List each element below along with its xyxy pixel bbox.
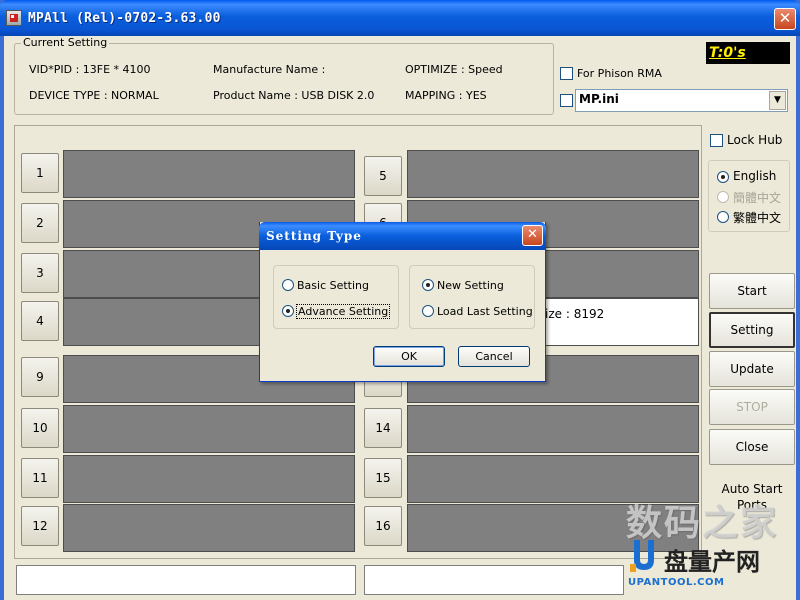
update-button[interactable]: Update: [709, 351, 795, 387]
port-number-14: 14: [364, 408, 402, 448]
vid-pid-text: VID*PID : 13FE * 4100: [29, 63, 151, 76]
setting-source-group: New Setting Load Last Setting: [409, 265, 535, 329]
advance-setting-label[interactable]: Advance Setting: [296, 304, 391, 319]
language-english-radio[interactable]: [717, 171, 729, 183]
timer-display: T:0's: [706, 42, 790, 64]
basic-setting-label[interactable]: Basic Setting: [297, 279, 369, 292]
basic-setting-radio[interactable]: [282, 279, 294, 291]
setting-type-dialog: Setting Type ✕ Basic Setting Advance Set…: [259, 222, 546, 382]
port-number-10: 10: [21, 408, 59, 448]
start-button[interactable]: Start: [709, 273, 795, 309]
language-simplified-chinese-label: 簡體中文: [733, 191, 782, 205]
ini-file-value: MP.ini: [579, 92, 619, 106]
upantool-logo-icon: [630, 540, 654, 572]
dialog-title: Setting Type: [266, 229, 362, 243]
port-status-11: [63, 455, 355, 503]
mapping-text: MAPPING : YES: [405, 89, 487, 102]
port-8-size-text: ize : 8192: [545, 307, 605, 321]
optimize-text: OPTIMIZE : Speed: [405, 63, 503, 76]
port-number-5: 5: [364, 156, 402, 196]
close-button[interactable]: Close: [709, 429, 795, 465]
status-box-left: [16, 565, 356, 595]
port-status-12: [63, 504, 355, 552]
language-simplified-chinese-radio: [717, 191, 729, 203]
language-traditional-chinese-radio[interactable]: [717, 211, 729, 223]
chevron-down-icon[interactable]: ▼: [769, 91, 786, 110]
ok-button[interactable]: OK: [373, 346, 445, 367]
language-english-label: English: [733, 169, 777, 183]
port-number-2: 2: [21, 203, 59, 243]
current-setting-group: Current Setting VID*PID : 13FE * 4100 DE…: [14, 36, 554, 115]
ini-file-combo[interactable]: MP.ini ▼: [575, 89, 788, 112]
window-title: MPAll (Rel)-0702-3.63.00: [28, 11, 221, 26]
port-number-12: 12: [21, 506, 59, 546]
port-number-4: 4: [21, 301, 59, 341]
load-last-setting-label[interactable]: Load Last Setting: [437, 305, 533, 318]
window-close-button[interactable]: ✕: [774, 8, 796, 30]
port-number-3: 3: [21, 253, 59, 293]
dialog-close-button[interactable]: ✕: [522, 225, 543, 246]
load-last-setting-radio[interactable]: [422, 305, 434, 317]
port-number-16: 16: [364, 506, 402, 546]
setting-button[interactable]: Setting: [709, 312, 795, 348]
language-traditional-chinese-label: 繁體中文: [733, 211, 782, 225]
cancel-button[interactable]: Cancel: [458, 346, 530, 367]
stop-button: STOP: [709, 389, 795, 425]
dialog-title-bar[interactable]: Setting Type ✕: [259, 222, 546, 250]
advance-setting-radio[interactable]: [282, 305, 294, 317]
lock-hub-checkbox[interactable]: [710, 134, 723, 147]
new-setting-label[interactable]: New Setting: [437, 279, 504, 292]
lock-hub-label: Lock Hub: [727, 133, 783, 147]
device-type-text: DEVICE TYPE : NORMAL: [29, 89, 159, 102]
new-setting-radio[interactable]: [422, 279, 434, 291]
watermark-url-text: UPANTOOL.COM: [628, 577, 725, 588]
setting-mode-group: Basic Setting Advance Setting: [273, 265, 399, 329]
ini-file-checkbox[interactable]: [560, 94, 573, 107]
port-number-15: 15: [364, 458, 402, 498]
port-status-10: [63, 405, 355, 453]
port-number-1: 1: [21, 153, 59, 193]
port-status-5: [407, 150, 699, 198]
app-icon: [6, 10, 22, 26]
language-group: English 簡體中文 繁體中文: [708, 160, 790, 232]
port-status-14: [407, 405, 699, 453]
port-number-11: 11: [21, 458, 59, 498]
title-bar[interactable]: MPAll (Rel)-0702-3.63.00 ✕: [0, 0, 800, 36]
product-name-text: Product Name : USB DISK 2.0: [213, 89, 375, 102]
watermark-mid-text: 盘量产网: [664, 548, 760, 576]
status-box-right: [364, 565, 624, 595]
phison-rma-checkbox[interactable]: [560, 67, 573, 80]
current-setting-legend: Current Setting: [21, 36, 110, 49]
phison-rma-label: For Phison RMA: [577, 67, 662, 80]
manufacture-name-text: Manufacture Name :: [213, 63, 326, 76]
port-status-1: [63, 150, 355, 198]
port-number-9: 9: [21, 357, 59, 397]
